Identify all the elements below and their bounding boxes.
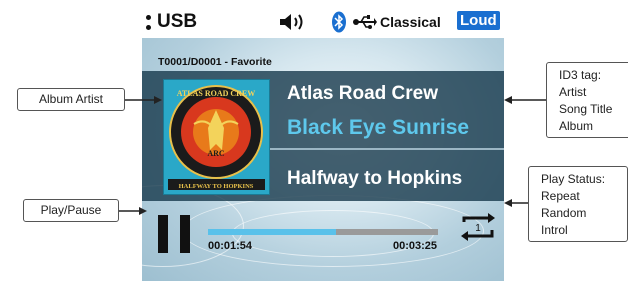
callout-play-status-title: Play Status: [541, 172, 606, 186]
progress-bar[interactable] [208, 229, 438, 235]
total-time: 00:03:25 [393, 240, 438, 252]
callout-play-status-random: Random [541, 206, 587, 220]
progress-fill [208, 229, 336, 235]
usb-icon [353, 15, 377, 29]
callout-album-artist: Album Artist [17, 88, 125, 111]
source-label[interactable]: USB [157, 11, 197, 33]
player-screen: USB Classical Loud T0001/D0001 - Favorit… [142, 5, 504, 281]
callout-album-artist-label: Album Artist [38, 92, 104, 106]
bluetooth-icon [332, 11, 346, 33]
pause-icon [180, 215, 190, 253]
volume-icon[interactable] [279, 13, 311, 31]
info-divider [270, 148, 504, 150]
callout-play-status-repeat: Repeat [541, 189, 580, 203]
artist-text: Atlas Road Crew [287, 83, 438, 104]
album-text: Halfway to Hopkins [287, 168, 463, 189]
repeat-icon[interactable]: 1 [458, 212, 498, 242]
loud-badge[interactable]: Loud [457, 11, 500, 30]
song-title-text: Black Eye Sunrise [287, 116, 470, 139]
elapsed-time: 00:01:54 [208, 240, 253, 252]
callout-play-status: Play Status: Repeat Random Introl [528, 166, 628, 242]
eq-mode-label[interactable]: Classical [380, 14, 441, 30]
track-info: T0001/D0001 - Favorite [158, 56, 272, 68]
callout-id3-album: Album [559, 119, 594, 133]
cover-top-text: ATLAS ROAD CREW [177, 89, 256, 98]
callout-play-pause-label: Play/Pause [40, 203, 102, 217]
callout-id3-song-title: Song Title [559, 102, 613, 116]
callout-id3-tag: ID3 tag: Artist Song Title Album [546, 62, 628, 138]
pause-icon [158, 215, 168, 253]
cover-bottom-text: HALFWAY TO HOPKINS [179, 183, 254, 190]
album-art: ARC ATLAS ROAD CREW HALFWAY TO HOPKINS [163, 79, 270, 195]
repeat-count: 1 [475, 223, 481, 234]
callout-id3-artist: Artist [559, 85, 587, 99]
cover-center-text: ARC [207, 149, 225, 158]
status-bar: USB Classical Loud [142, 5, 504, 38]
callout-play-status-intro: Introl [541, 223, 568, 237]
callout-play-pause: Play/Pause [23, 199, 119, 222]
source-menu-icon[interactable] [146, 15, 151, 31]
callout-id3-title: ID3 tag: [559, 68, 602, 82]
